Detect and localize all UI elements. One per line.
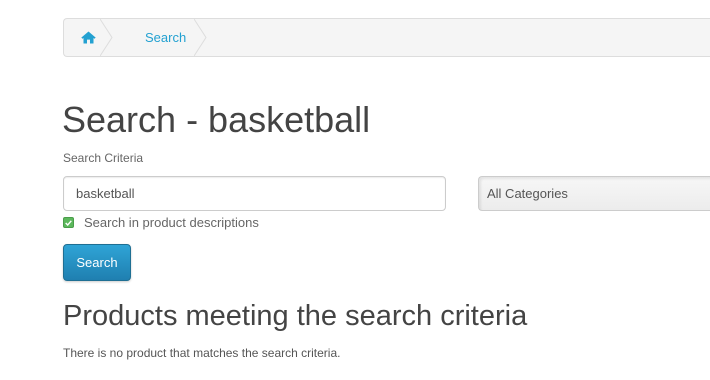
breadcrumb-separator: [194, 19, 207, 56]
search-descriptions-option[interactable]: Search in product descriptions: [63, 215, 259, 230]
page: Search Search - basketball Search Criter…: [0, 0, 710, 380]
results-title: Products meeting the search criteria: [63, 300, 528, 332]
checkmark-icon: [65, 219, 72, 226]
search-descriptions-checkbox[interactable]: [63, 217, 74, 228]
no-results-message: There is no product that matches the sea…: [63, 346, 341, 360]
breadcrumb-item-label[interactable]: Search: [145, 30, 186, 45]
search-descriptions-label: Search in product descriptions: [84, 215, 259, 230]
breadcrumb: Search: [63, 18, 710, 57]
breadcrumb-separator: [100, 19, 113, 56]
category-select-value: All Categories: [487, 186, 568, 201]
breadcrumb-home[interactable]: [64, 19, 113, 56]
page-title: Search - basketball: [62, 99, 371, 140]
search-input[interactable]: [63, 176, 446, 211]
search-button[interactable]: Search: [63, 244, 131, 281]
breadcrumb-item-search[interactable]: Search: [112, 19, 207, 56]
category-select[interactable]: All Categories: [478, 176, 710, 211]
search-criteria-label: Search Criteria: [63, 151, 144, 165]
home-icon[interactable]: [80, 31, 96, 44]
